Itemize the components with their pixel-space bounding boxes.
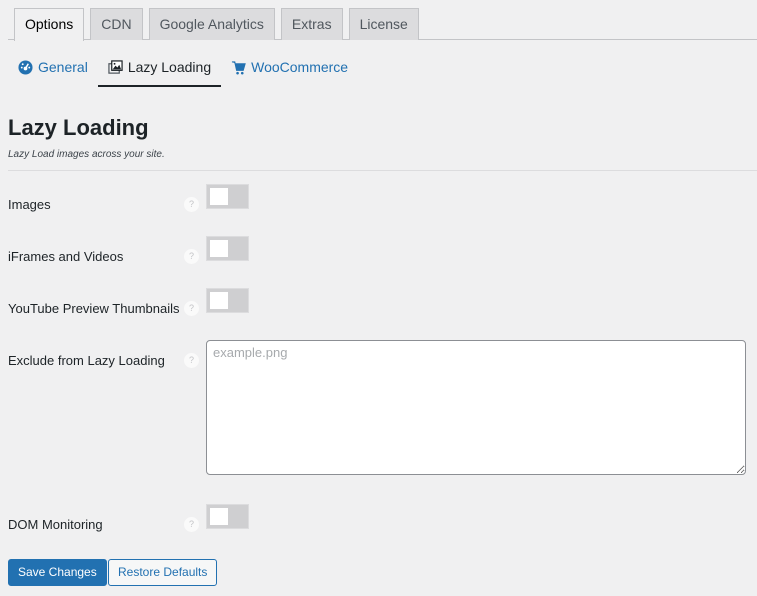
toggle-knob [210, 508, 228, 525]
help-icon[interactable]: ? [184, 301, 199, 316]
subnav-general[interactable]: General [8, 52, 98, 87]
help-icon[interactable]: ? [184, 197, 199, 212]
subnav-lazy-loading[interactable]: Lazy Loading [97, 52, 222, 87]
dashboard-icon [18, 60, 33, 75]
youtube-toggle[interactable] [206, 288, 249, 313]
images-icon [108, 60, 123, 74]
iframes-toggle[interactable] [206, 236, 249, 261]
help-icon[interactable]: ? [184, 249, 199, 264]
toggle-knob [210, 292, 228, 309]
subnav-woocommerce-label: WooCommerce [251, 59, 349, 75]
toggle-knob [210, 240, 228, 257]
tab-cdn[interactable]: CDN [90, 8, 143, 40]
dom-monitoring-label: DOM Monitoring [8, 517, 103, 532]
help-icon[interactable]: ? [184, 517, 199, 532]
tab-google-analytics[interactable]: Google Analytics [148, 8, 275, 40]
section-title: Lazy Loading [8, 115, 149, 140]
images-label: Images [8, 197, 51, 212]
exclude-textarea[interactable] [206, 340, 746, 475]
help-icon[interactable]: ? [184, 353, 199, 368]
tab-extras[interactable]: Extras [280, 8, 343, 40]
sub-navigation: General Lazy Loading WooCommerce [8, 52, 358, 87]
dom-monitoring-toggle[interactable] [206, 504, 249, 529]
section-description: Lazy Load images across your site. [8, 149, 165, 160]
iframes-label: iFrames and Videos [8, 249, 124, 264]
subnav-general-label: General [38, 59, 88, 75]
toggle-knob [210, 188, 228, 205]
save-changes-button[interactable]: Save Changes [8, 559, 107, 586]
tab-options[interactable]: Options [14, 8, 85, 41]
main-tabs: Options CDN Google Analytics Extras Lice… [8, 8, 757, 41]
cart-icon [232, 61, 246, 75]
restore-defaults-button[interactable]: Restore Defaults [108, 559, 218, 586]
subnav-woocommerce[interactable]: WooCommerce [221, 52, 358, 87]
exclude-label: Exclude from Lazy Loading [8, 353, 165, 368]
tab-license[interactable]: License [348, 8, 419, 40]
subnav-lazy-loading-label: Lazy Loading [127, 59, 212, 75]
youtube-label: YouTube Preview Thumbnails [8, 301, 180, 316]
images-toggle[interactable] [206, 184, 249, 209]
section-divider [8, 170, 757, 171]
